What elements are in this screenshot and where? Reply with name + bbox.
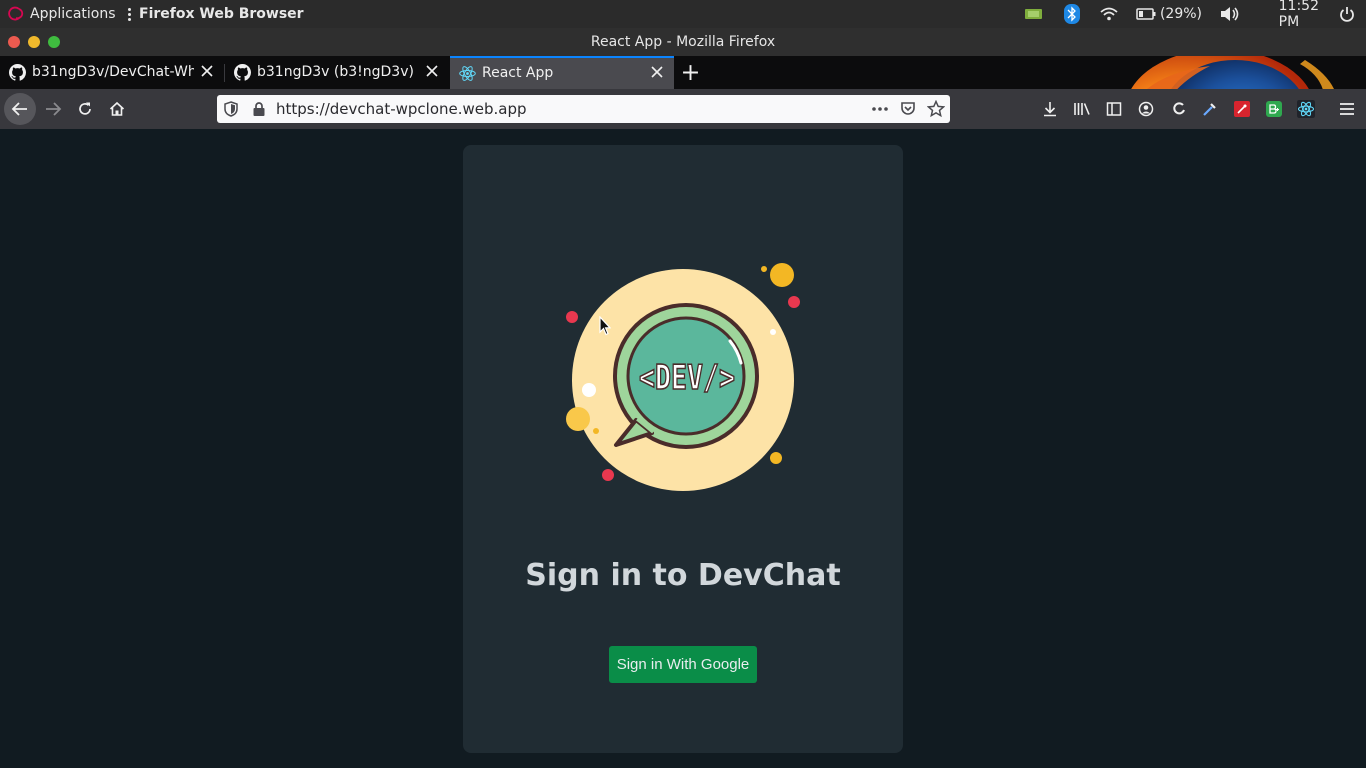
- battery-percent: (29%): [1159, 6, 1202, 22]
- react-devtools-icon: [1297, 100, 1315, 118]
- address-bar[interactable]: https://devchat-wpclone.web.app: [217, 95, 950, 123]
- sign-in-google-button[interactable]: Sign in With Google: [609, 646, 757, 683]
- close-tab-icon[interactable]: [425, 64, 439, 78]
- page-actions-icon[interactable]: [871, 106, 889, 112]
- tracking-protection-shield-icon[interactable]: [223, 101, 239, 117]
- active-app-menu[interactable]: Firefox Web Browser: [128, 0, 304, 28]
- applications-menu[interactable]: Applications: [8, 0, 116, 28]
- back-button[interactable]: [4, 93, 36, 125]
- forward-button[interactable]: [37, 93, 69, 125]
- battery-indicator[interactable]: (29%): [1136, 0, 1202, 28]
- extension-button[interactable]: [1194, 93, 1226, 125]
- mouse-cursor-icon: [599, 316, 611, 336]
- page-viewport: <DEV/> Sign in to DevChat Sign in With G…: [0, 129, 1366, 768]
- forward-arrow-icon: [46, 102, 62, 116]
- tray-app-icon[interactable]: [1024, 7, 1044, 21]
- active-app-name: Firefox Web Browser: [139, 6, 304, 22]
- reload-button[interactable]: [69, 93, 101, 125]
- tab-strip: b31ngD3v/DevChat-WhatsApp-Clone b31ngD3v…: [0, 56, 1366, 89]
- decor-dot: [788, 296, 800, 308]
- decor-dot: [770, 329, 776, 335]
- library-icon: [1074, 103, 1090, 115]
- tab-github-profile[interactable]: b31ngD3v (b3!ngD3v): [225, 56, 449, 89]
- decor-dot: [593, 428, 599, 434]
- home-button[interactable]: [101, 93, 133, 125]
- decor-dot: [602, 469, 614, 481]
- bluetooth-icon[interactable]: [1064, 4, 1080, 24]
- decor-dot: [770, 452, 782, 464]
- github-icon: [9, 64, 26, 81]
- applications-label: Applications: [30, 6, 116, 22]
- decor-dot: [582, 383, 596, 397]
- url-text: https://devchat-wpclone.web.app: [276, 100, 527, 118]
- decor-dot: [770, 263, 794, 287]
- sidebar-button[interactable]: [1098, 93, 1130, 125]
- close-tab-icon[interactable]: [200, 64, 214, 78]
- extension-ring-icon: [1173, 102, 1185, 115]
- sidebar-icon: [1106, 102, 1122, 116]
- wifi-icon[interactable]: [1100, 7, 1118, 21]
- tab-label: b31ngD3v (b3!ngD3v): [257, 64, 414, 80]
- signin-heading: Sign in to DevChat: [525, 558, 841, 593]
- tab-label: React App: [482, 65, 554, 81]
- home-icon: [109, 101, 125, 116]
- power-icon[interactable]: [1339, 6, 1355, 22]
- logo-text: <DEV/>: [639, 358, 735, 398]
- tab-react-app[interactable]: React App: [450, 56, 674, 89]
- battery-icon: [1136, 8, 1156, 20]
- extension-button[interactable]: [1258, 93, 1290, 125]
- tab-label: b31ngD3v/DevChat-WhatsApp-Clone: [32, 64, 194, 80]
- react-icon: [459, 66, 476, 81]
- app-menu-dots-icon: [128, 7, 131, 21]
- extension-button[interactable]: [1226, 93, 1258, 125]
- tab-devchat-repo[interactable]: b31ngD3v/DevChat-WhatsApp-Clone: [0, 56, 224, 89]
- login-card: <DEV/> Sign in to DevChat Sign in With G…: [463, 145, 903, 753]
- library-button[interactable]: [1066, 93, 1098, 125]
- download-icon: [1044, 102, 1056, 117]
- window-title: React App - Mozilla Firefox: [590, 34, 776, 50]
- account-button[interactable]: [1130, 93, 1162, 125]
- extension-button[interactable]: [1290, 93, 1322, 125]
- open-menu-button[interactable]: [1331, 93, 1363, 125]
- decor-dot: [566, 407, 590, 431]
- decor-dot: [761, 266, 767, 272]
- navigation-toolbar: https://devchat-wpclone.web.app: [0, 89, 1366, 129]
- account-icon: [1138, 101, 1154, 117]
- debian-swirl-icon: [8, 6, 24, 21]
- reload-icon: [79, 102, 91, 115]
- color-picker-icon: [1203, 103, 1216, 116]
- pocket-icon[interactable]: [900, 101, 916, 117]
- decor-dot: [566, 311, 578, 323]
- green-extension-icon: [1266, 101, 1282, 117]
- github-icon: [234, 64, 251, 81]
- close-tab-icon[interactable]: [650, 65, 664, 79]
- bookmark-star-icon[interactable]: [927, 100, 945, 118]
- downloads-button[interactable]: [1034, 93, 1066, 125]
- red-extension-icon: [1234, 101, 1250, 117]
- clock[interactable]: 11:52 PM: [1279, 0, 1319, 30]
- system-top-bar: Applications Firefox Web Browser (29%) 1…: [0, 0, 1366, 30]
- window-title-bar: React App - Mozilla Firefox: [0, 28, 1366, 56]
- devchat-logo: <DEV/>: [566, 263, 800, 491]
- padlock-icon[interactable]: [252, 101, 266, 117]
- hamburger-menu-icon: [1340, 103, 1354, 115]
- volume-icon[interactable]: [1220, 6, 1240, 22]
- firefox-theme-art: [1131, 56, 1334, 89]
- extension-button[interactable]: [1163, 93, 1195, 125]
- back-arrow-icon: [11, 102, 27, 116]
- new-tab-icon[interactable]: [682, 64, 699, 81]
